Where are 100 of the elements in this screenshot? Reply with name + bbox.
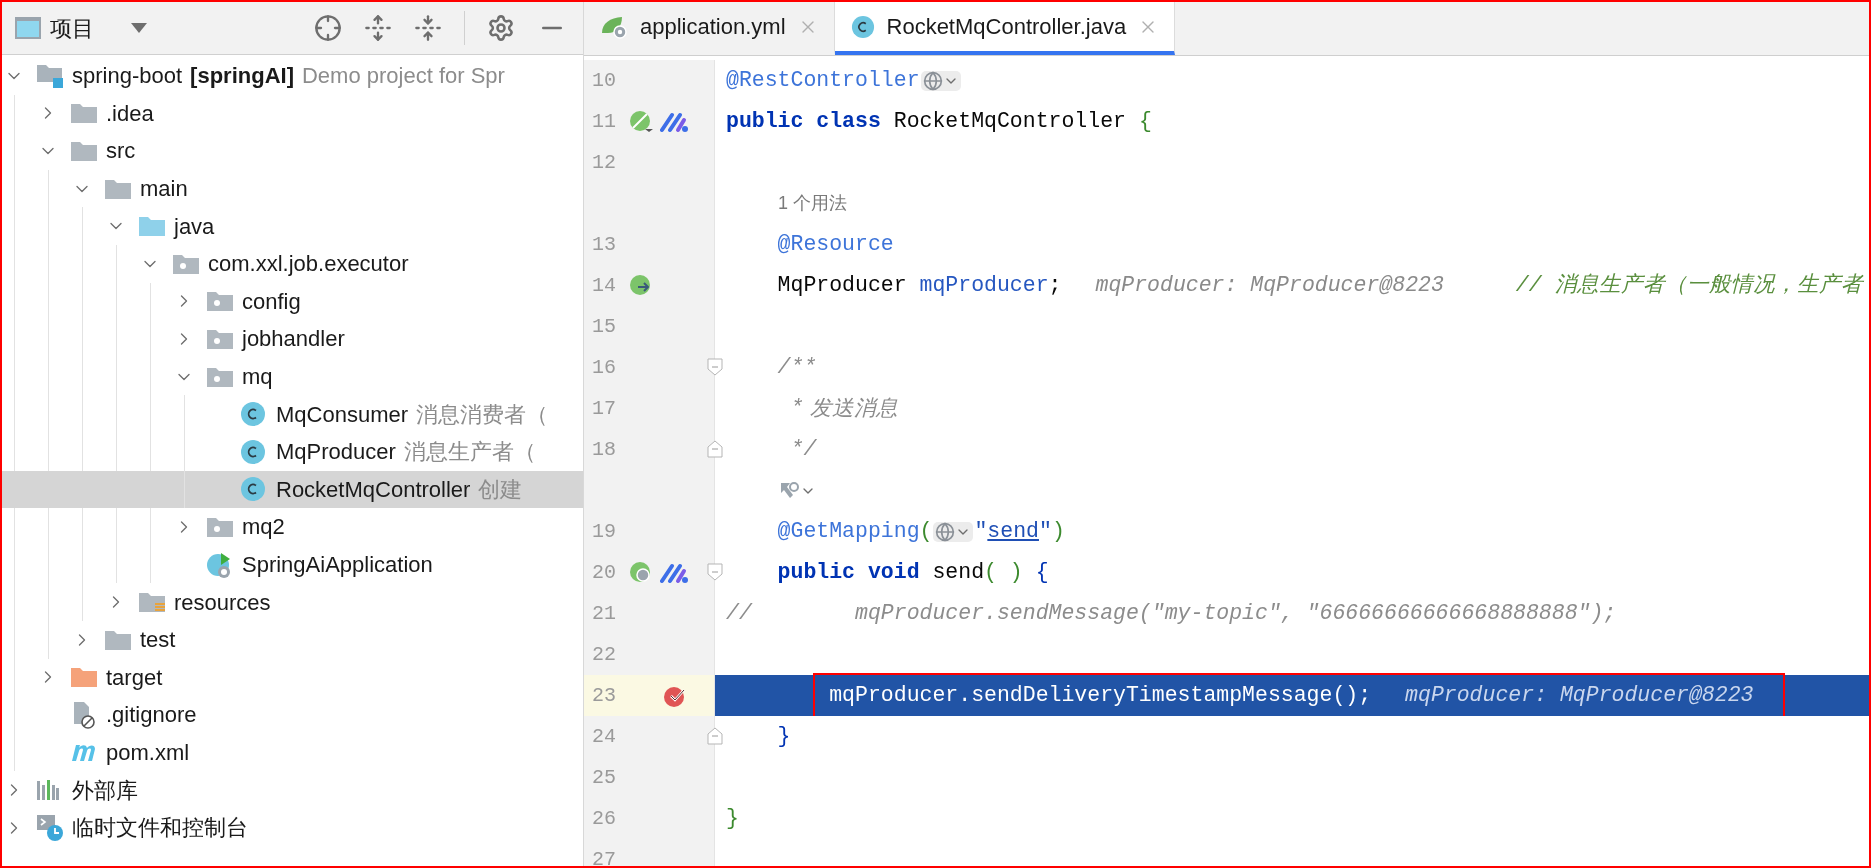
folder-icon xyxy=(70,102,98,125)
tree-item[interactable]: target xyxy=(2,658,583,697)
code-text: @Resource xyxy=(776,231,894,259)
tree-item[interactable]: spring-boot [springAI] Demo project for Spr xyxy=(2,57,583,95)
tree-item[interactable]: mq2 xyxy=(2,508,583,546)
url-inlay-button[interactable] xyxy=(920,70,961,91)
code-text: ) xyxy=(1051,518,1065,546)
line-number: 13 xyxy=(591,231,617,258)
tree-item[interactable]: jobhandler xyxy=(2,320,583,358)
debug-value-hint: mqProducer: MqProducer@8223 xyxy=(1095,272,1444,300)
item-label: MqProducer xyxy=(276,438,396,467)
code-text: } xyxy=(726,805,739,833)
editor-tab[interactable]: application.yml xyxy=(584,2,835,55)
code-comment: // mqProducer.sendMessage("my-topic", "66666666666668888888"); xyxy=(726,600,1617,628)
module-folder-icon xyxy=(36,62,64,89)
tree-item[interactable]: 临时文件和控制台 xyxy=(2,808,583,847)
folder-icon xyxy=(104,628,132,651)
code-comment: // 消息生产者（一般情况，生产者 xyxy=(1515,272,1863,300)
tree-item[interactable]: .idea xyxy=(2,94,583,133)
tree-item[interactable]: test xyxy=(2,620,583,659)
item-label: MqConsumer xyxy=(276,400,409,429)
mapper-icon[interactable] xyxy=(660,561,690,584)
code-comment: */ xyxy=(789,436,817,464)
code-text: } xyxy=(776,723,791,751)
line-number: 14 xyxy=(591,272,617,299)
tree-item[interactable]: 外部库 xyxy=(2,771,583,809)
line-number: 25 xyxy=(591,764,617,791)
item-label: spring-boot xyxy=(72,62,183,91)
tree-item[interactable]: java xyxy=(2,207,583,245)
folder-icon xyxy=(104,177,132,200)
code-text: send xyxy=(931,559,985,587)
tree-item[interactable]: SpringAiApplication xyxy=(2,545,583,584)
code-text: " xyxy=(1038,518,1052,546)
tree-item[interactable]: config xyxy=(2,282,583,321)
package-folder-icon xyxy=(206,290,234,313)
code-text: MqProducer xyxy=(776,272,908,300)
tree-item[interactable]: src xyxy=(2,132,583,170)
tree-item[interactable]: .gitignore xyxy=(2,696,583,734)
collapse-all-icon[interactable] xyxy=(414,14,442,42)
tree-item[interactable]: MqProducer 消息生产者（ xyxy=(2,432,583,471)
tree-item[interactable]: RocketMqController 创建 xyxy=(2,470,583,509)
tree-item[interactable]: MqConsumer 消息消费者（ xyxy=(2,395,583,433)
code-comment: 发送消息 xyxy=(809,394,899,423)
code-text: ( xyxy=(919,518,933,546)
tree-item[interactable]: pom.xml xyxy=(2,733,583,772)
tree-item[interactable]: com.xxl.job.executor xyxy=(2,244,583,283)
folder-icon xyxy=(138,215,166,238)
tree-item[interactable]: resources xyxy=(2,583,583,621)
folder-icon xyxy=(70,666,98,689)
tree-item[interactable]: main xyxy=(2,169,583,208)
code-text: ; xyxy=(1048,272,1062,300)
class-icon xyxy=(240,476,266,503)
fold-marker-icon[interactable] xyxy=(707,727,723,745)
item-note: 消息消费者（ xyxy=(416,400,549,429)
code-text: RocketMqController xyxy=(892,108,1127,136)
code-text: public void xyxy=(776,559,920,587)
class-icon xyxy=(240,438,266,465)
package-folder-icon xyxy=(206,365,234,388)
code-text: @GetMapping xyxy=(776,518,920,546)
package-folder-icon xyxy=(172,252,200,275)
settings-icon[interactable] xyxy=(487,14,515,42)
expand-all-icon[interactable] xyxy=(364,14,392,42)
item-label: mq xyxy=(242,363,273,392)
code-text: ( ) xyxy=(984,559,1023,587)
cursor-gear-icon xyxy=(778,480,800,501)
line-number: 24 xyxy=(591,723,617,750)
item-label: 外部库 xyxy=(72,776,138,805)
code-comment: /** xyxy=(776,354,817,382)
url-link[interactable]: send xyxy=(987,515,1039,548)
item-note: 创建 xyxy=(478,475,523,504)
item-label: com.xxl.job.executor xyxy=(208,250,409,279)
editor-tab[interactable]: RocketMqController.java xyxy=(834,2,1176,55)
class-icon xyxy=(240,401,266,428)
dropdown-caret-icon[interactable] xyxy=(130,22,148,34)
line-number: 11 xyxy=(591,108,617,135)
line-number: 19 xyxy=(591,518,617,545)
resources-folder-icon xyxy=(138,591,166,614)
usage-count[interactable]: 1 个用法 xyxy=(778,190,847,217)
line-number: 18 xyxy=(591,436,617,463)
item-label: jobhandler xyxy=(242,325,345,354)
mapper-icon[interactable] xyxy=(660,110,690,133)
folder-icon xyxy=(70,140,98,162)
tab-label: RocketMqController.java xyxy=(886,13,1127,41)
fold-marker-icon[interactable] xyxy=(707,563,723,581)
fold-marker-icon[interactable] xyxy=(707,440,723,458)
line-number: 26 xyxy=(591,805,617,832)
line-number: 17 xyxy=(591,395,617,422)
debug-value-hint: mqProducer: MqProducer@8223 xyxy=(1405,682,1754,710)
crosshair-icon[interactable] xyxy=(314,14,342,42)
line-number: 22 xyxy=(591,641,617,668)
item-label: RocketMqController xyxy=(276,475,471,504)
fold-marker-icon[interactable] xyxy=(707,358,723,376)
module-name: [springAI] xyxy=(190,62,294,91)
tree-item[interactable]: mq xyxy=(2,357,583,396)
package-folder-icon xyxy=(206,327,234,350)
project-view-dropdown[interactable]: 项目 xyxy=(50,11,94,45)
line-number: 12 xyxy=(591,149,617,176)
url-inlay-button[interactable] xyxy=(933,521,974,542)
line-number: 20 xyxy=(591,559,617,586)
item-label: main xyxy=(140,175,188,204)
